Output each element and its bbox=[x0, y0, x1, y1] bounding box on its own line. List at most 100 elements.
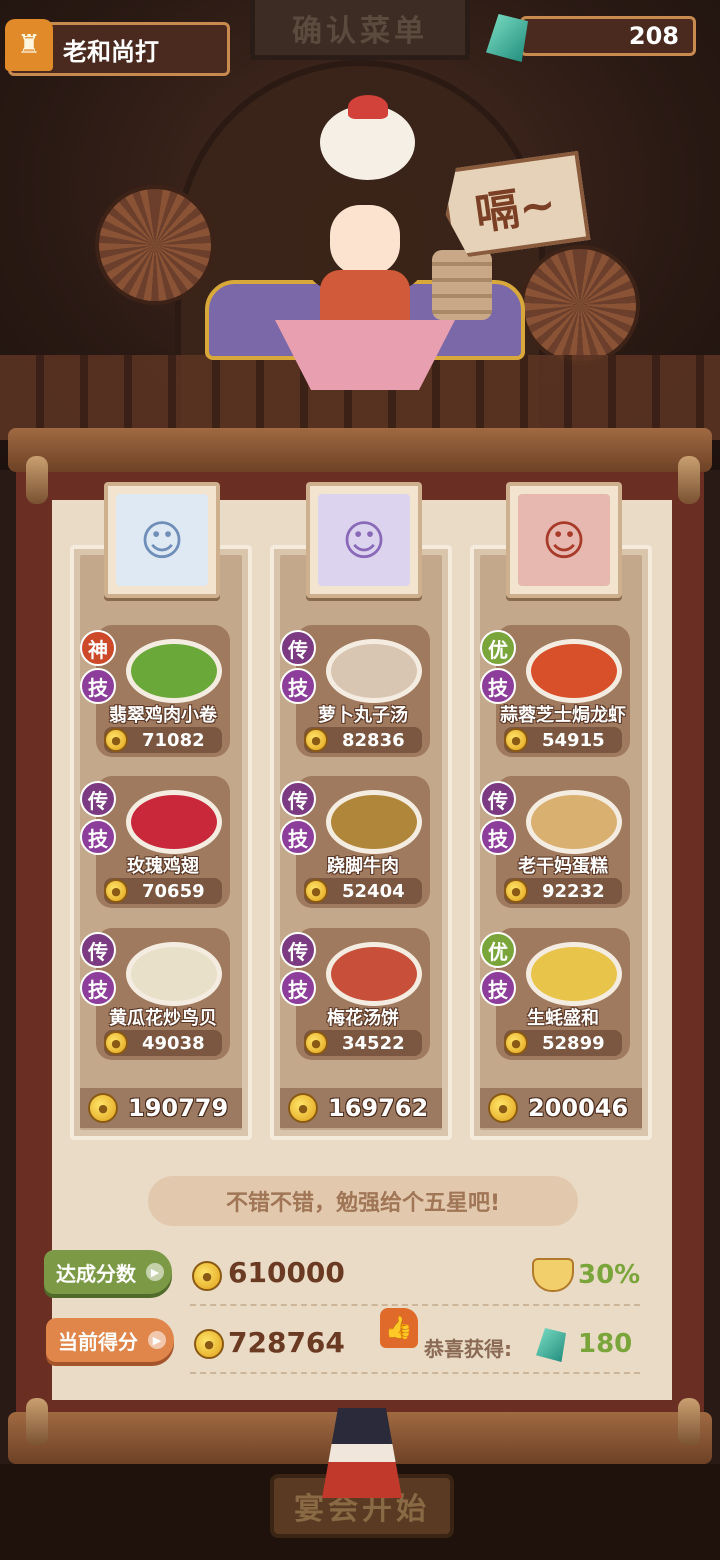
current-score-tag[interactable]: 当前得分 ▶ bbox=[46, 1318, 174, 1362]
scroll-knob-top-left bbox=[26, 456, 48, 504]
dish-card[interactable]: 翡翠鸡肉小卷 ● 71082 bbox=[96, 625, 230, 757]
dish-card[interactable]: 跷脚牛肉 ● 52404 bbox=[296, 776, 430, 908]
dish-card[interactable]: 玫瑰鸡翅 ● 70659 bbox=[96, 776, 230, 908]
grade-badge: 神 bbox=[80, 630, 116, 666]
dish-price-bar: ● 34522 bbox=[304, 1030, 422, 1056]
grade-badge: 优 bbox=[480, 932, 516, 968]
dish-name: 黄瓜花炒鸟贝 bbox=[109, 1008, 217, 1029]
dish-image bbox=[326, 790, 422, 854]
dish-price-bar: ● 92232 bbox=[504, 878, 622, 904]
chicken-comb bbox=[348, 95, 388, 119]
dish-price-bar: ● 49038 bbox=[104, 1030, 222, 1056]
fan-left-decoration bbox=[95, 185, 215, 305]
dish-card[interactable]: 蒜蓉芝士焗龙虾 ● 54915 bbox=[496, 625, 630, 757]
dish-price: 54915 bbox=[542, 729, 605, 751]
target-score-value: 610000 bbox=[228, 1256, 345, 1289]
grade-badge: 传 bbox=[280, 781, 316, 817]
thumbs-up-icon: 👍 bbox=[380, 1308, 418, 1348]
gem-counter[interactable]: 208 bbox=[520, 16, 696, 56]
play-arrow-icon: ▶ bbox=[146, 1263, 164, 1281]
skill-badge: 技 bbox=[480, 819, 516, 855]
scroll-knob-bottom-left bbox=[26, 1398, 48, 1446]
chef-2-avatar-icon: ☺ bbox=[318, 494, 410, 586]
chef-1-portrait[interactable]: ☺ bbox=[104, 482, 220, 598]
dish-name: 跷脚牛肉 bbox=[327, 856, 399, 877]
dish-price-bar: ● 71082 bbox=[104, 727, 222, 753]
dish-card[interactable]: 萝卜丸子汤 ● 82836 bbox=[296, 625, 430, 757]
chef-3-portrait[interactable]: ☺ bbox=[506, 482, 622, 598]
reward-value: 180 bbox=[578, 1329, 633, 1359]
title-board: 确认菜单 bbox=[250, 0, 470, 60]
chef-2-portrait[interactable]: ☺ bbox=[306, 482, 422, 598]
skill-badge: 技 bbox=[280, 970, 316, 1006]
current-score-value: 728764 bbox=[228, 1326, 345, 1359]
dish-price-bar: ● 52899 bbox=[504, 1030, 622, 1056]
judge-character[interactable] bbox=[305, 160, 425, 330]
dish-image bbox=[326, 639, 422, 703]
coin-icon: ● bbox=[504, 728, 528, 752]
judge-comment: 不错不错，勉强给个五星吧! bbox=[148, 1176, 578, 1226]
coin-icon: ● bbox=[504, 1031, 528, 1055]
chef-2-total: ● 169762 bbox=[280, 1088, 442, 1128]
skill-badge: 技 bbox=[280, 668, 316, 704]
skill-badge: 技 bbox=[80, 819, 116, 855]
dish-price: 71082 bbox=[142, 729, 205, 751]
dish-price: 52404 bbox=[342, 880, 405, 902]
scroll-knob-top-right bbox=[678, 456, 700, 504]
dish-card[interactable]: 老干妈蛋糕 ● 92232 bbox=[496, 776, 630, 908]
dish-image bbox=[526, 790, 622, 854]
dish-image bbox=[326, 942, 422, 1006]
target-score-tag[interactable]: 达成分数 ▶ bbox=[44, 1250, 172, 1294]
current-score-label: 当前得分 bbox=[58, 1329, 138, 1354]
coin-icon: ● bbox=[194, 1329, 224, 1359]
dish-name: 萝卜丸子汤 bbox=[318, 705, 408, 726]
dish-price-bar: ● 54915 bbox=[504, 727, 622, 753]
coin-icon: ● bbox=[192, 1261, 222, 1291]
player-name: 老和尚打 bbox=[63, 37, 159, 66]
coin-icon: ● bbox=[104, 879, 128, 903]
scroll-knob-bottom-right bbox=[678, 1398, 700, 1446]
dish-price: 49038 bbox=[142, 1032, 205, 1054]
dish-card[interactable]: 生蚝盛和 ● 52899 bbox=[496, 928, 630, 1060]
grade-badge: 优 bbox=[480, 630, 516, 666]
chef-1-total: ● 190779 bbox=[80, 1088, 242, 1128]
play-arrow-icon: ▶ bbox=[148, 1331, 166, 1349]
grade-badge: 传 bbox=[80, 781, 116, 817]
dish-name: 蒜蓉芝士焗龙虾 bbox=[500, 705, 626, 726]
dish-price: 34522 bbox=[342, 1032, 405, 1054]
dish-price: 82836 bbox=[342, 729, 405, 751]
dish-image bbox=[126, 942, 222, 1006]
stacked-bowls bbox=[432, 250, 492, 320]
player-info[interactable]: ♜ 老和尚打 bbox=[5, 19, 230, 76]
dish-card[interactable]: 黄瓜花炒鸟贝 ● 49038 bbox=[96, 928, 230, 1060]
dish-image bbox=[526, 639, 622, 703]
dish-price-bar: ● 52404 bbox=[304, 878, 422, 904]
judge-face bbox=[330, 205, 400, 275]
dish-price: 92232 bbox=[542, 880, 605, 902]
coin-icon: ● bbox=[504, 879, 528, 903]
chef-3-avatar-icon: ☺ bbox=[518, 494, 610, 586]
coin-icon: ● bbox=[304, 879, 328, 903]
skill-badge: 技 bbox=[80, 668, 116, 704]
skill-badge: 技 bbox=[280, 819, 316, 855]
divider bbox=[190, 1304, 640, 1306]
skill-badge: 技 bbox=[80, 970, 116, 1006]
dish-name: 玫瑰鸡翅 bbox=[127, 856, 199, 877]
grade-badge: 传 bbox=[280, 932, 316, 968]
dish-name: 老干妈蛋糕 bbox=[518, 856, 608, 877]
coin-icon: ● bbox=[104, 1031, 128, 1055]
chef-1-avatar-icon: ☺ bbox=[116, 494, 208, 586]
chef-2-total-value: 169762 bbox=[328, 1094, 429, 1122]
dish-name: 梅花汤饼 bbox=[327, 1008, 399, 1029]
skill-badge: 技 bbox=[480, 668, 516, 704]
skill-badge: 技 bbox=[480, 970, 516, 1006]
dish-card[interactable]: 梅花汤饼 ● 34522 bbox=[296, 928, 430, 1060]
chef-3-total: ● 200046 bbox=[480, 1088, 642, 1128]
dish-price-bar: ● 82836 bbox=[304, 727, 422, 753]
divider bbox=[190, 1372, 640, 1374]
reward-label: 恭喜获得: bbox=[424, 1337, 512, 1361]
fan-right-decoration bbox=[520, 245, 640, 365]
dish-image bbox=[126, 790, 222, 854]
coin-icon: ● bbox=[104, 728, 128, 752]
grade-badge: 传 bbox=[480, 781, 516, 817]
